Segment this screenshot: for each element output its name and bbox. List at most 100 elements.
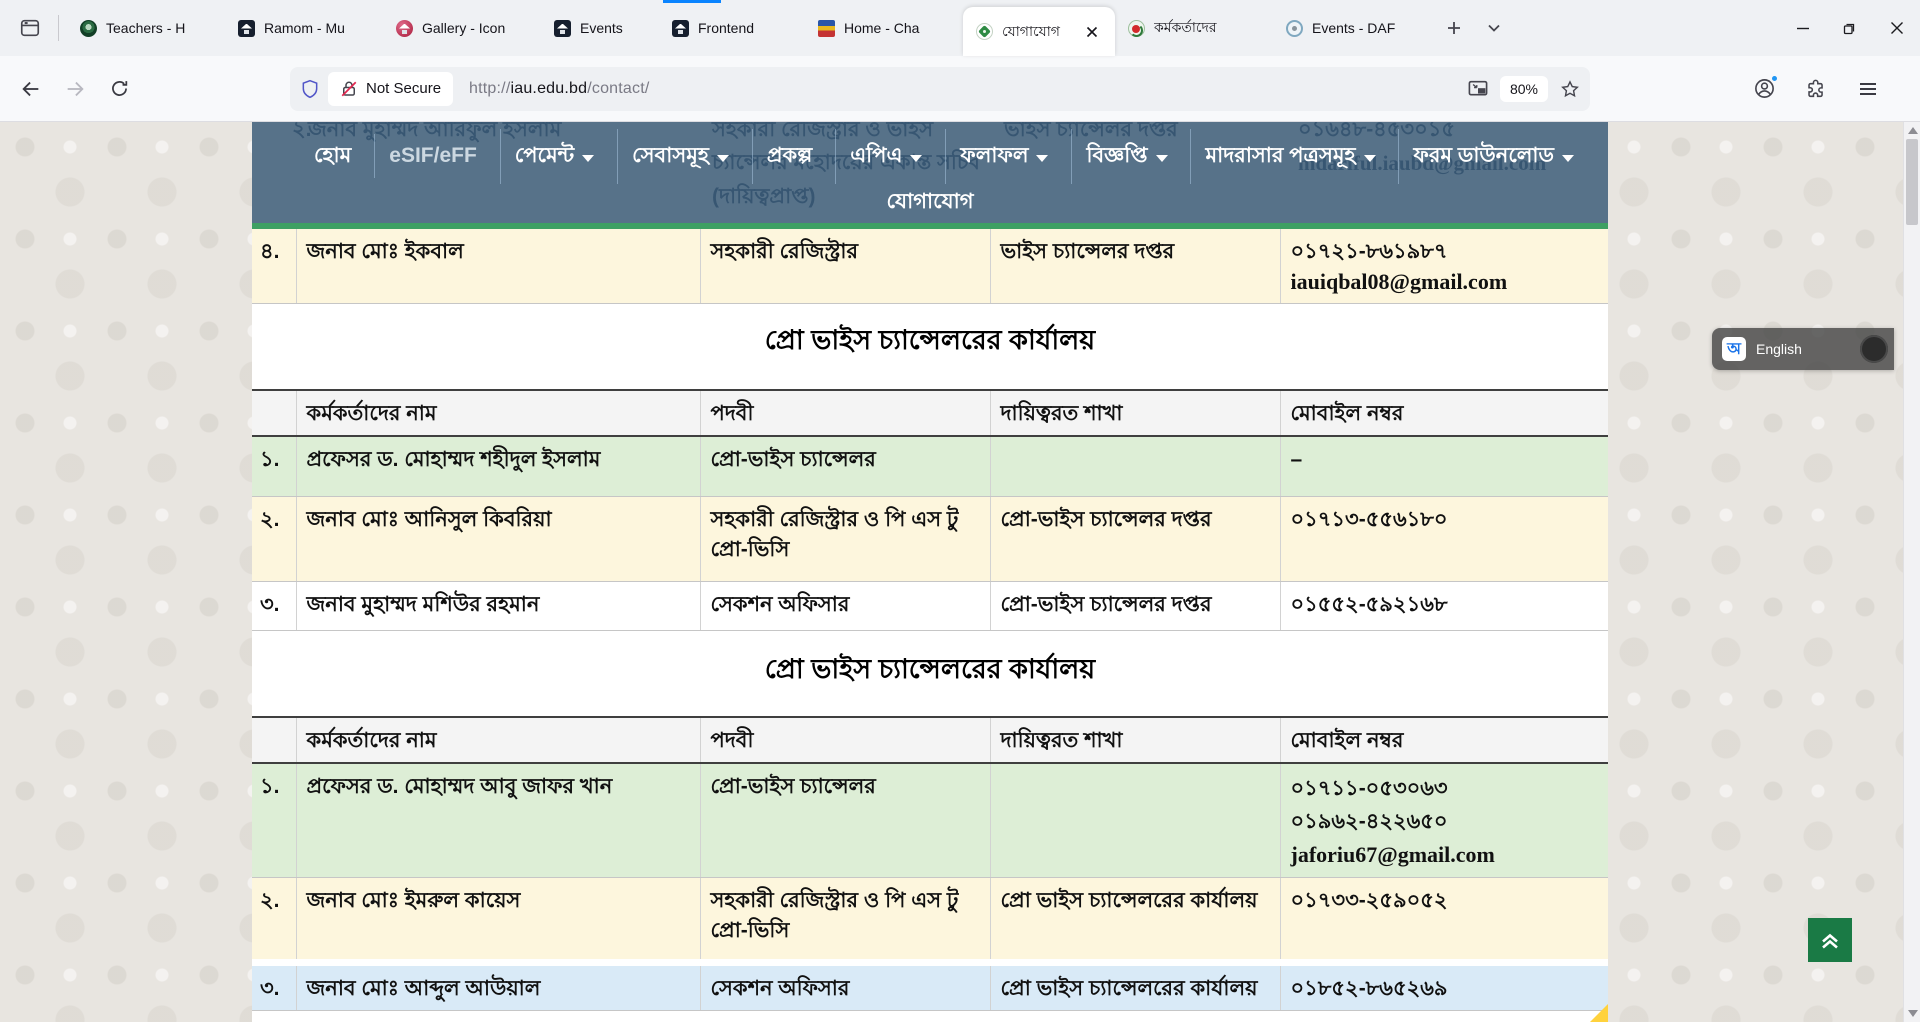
security-label: Not Secure <box>366 80 441 97</box>
nav-item-esif[interactable]: eSIF/eFF <box>374 134 491 178</box>
header-name: কর্মকর্তাদের নাম <box>296 717 700 763</box>
nav-item-contact[interactable]: যোগাযোগ <box>873 175 988 230</box>
restore-button[interactable] <box>1826 0 1873 56</box>
chevron-down-icon <box>717 155 729 162</box>
back-button[interactable] <box>12 70 50 108</box>
zoom-level-indicator[interactable]: 80% <box>1500 76 1548 102</box>
round-badge-favicon <box>1286 20 1303 37</box>
nav-label: সেবাসমূহ <box>632 139 709 174</box>
mobile-number: – <box>1291 445 1597 475</box>
mobile-number: ০১৮৫২-৮৬৫২৬৯ <box>1291 974 1597 1004</box>
header-branch: দায়িত্বরত শাখা <box>990 390 1280 436</box>
url-path: /contact/ <box>587 80 649 97</box>
mobile-cell: ০১৭২১-৮৬১৯৮৭ iauiqbal08@gmail.com <box>1280 229 1608 304</box>
nav-item-madrasah-letters[interactable]: মাদরাসার পত্রসমূহ <box>1190 129 1389 184</box>
site-navigation: হোম eSIF/eFF পেমেন্ট সেবাসমূহ প্রকল্প এপ… <box>252 122 1608 223</box>
header-designation: পদবী <box>700 717 990 763</box>
chevron-down-icon <box>1036 155 1048 162</box>
nav-item-home[interactable]: হোম <box>300 129 365 184</box>
officer-name: জনাব মোঃ আনিসুল কিবরিয়া <box>296 496 700 581</box>
scroll-to-top-button[interactable] <box>1808 918 1852 962</box>
picture-in-picture-icon[interactable] <box>1468 80 1488 98</box>
table-row: ২. জনাব মোঃ আনিসুল কিবরিয়া সহকারী রেজিস… <box>252 496 1608 581</box>
nav-item-services[interactable]: সেবাসমূহ <box>617 129 743 184</box>
new-tab-button[interactable] <box>1437 11 1471 45</box>
hamburger-menu-icon <box>1858 79 1878 99</box>
tab-ramom[interactable]: Ramom - Mu <box>225 0 383 56</box>
officer-name: প্রফেসর ড. মোহাম্মদ শহীদুল ইসলাম <box>296 436 700 496</box>
officer-name: জনাব মোঃ আব্দুল আউয়াল <box>296 962 700 1010</box>
app-menu-button[interactable] <box>1850 71 1886 107</box>
close-icon <box>1890 21 1904 35</box>
nav-item-projects[interactable]: প্রকল্প <box>752 129 826 184</box>
branch <box>990 436 1280 496</box>
tab-officials[interactable]: কর্মকর্তাদের <box>1115 0 1273 56</box>
tab-gallery[interactable]: Gallery - Icon <box>383 0 541 56</box>
nav-label: eSIF/eFF <box>389 144 477 168</box>
tab-strip-separator <box>58 15 59 41</box>
url-scheme: http:// <box>469 80 510 97</box>
nav-label: প্রকল্প <box>767 139 812 174</box>
reload-button[interactable] <box>100 70 138 108</box>
officer-name: জনাব মুহাম্মদ মশিউর রহমান <box>296 581 700 630</box>
vc-office-table-fragment: ৪. জনাব মোঃ ইকবাল সহকারী রেজিস্ট্রার ভাই… <box>252 229 1608 304</box>
url-bar[interactable]: Not Secure http://iau.edu.bd/contact/ 80… <box>290 67 1590 111</box>
header-mobile: মোবাইল নম্বর <box>1280 390 1608 436</box>
tab-close-button[interactable] <box>1082 22 1102 42</box>
translate-widget-handle[interactable] <box>1860 335 1888 363</box>
nav-item-payment[interactable]: পেমেন্ট <box>500 129 608 184</box>
scrollbar-up-arrow[interactable] <box>1908 127 1918 134</box>
college-crest-favicon <box>818 20 835 37</box>
nav-item-notices[interactable]: বিজ্ঞপ্তি <box>1071 129 1181 184</box>
extensions-button[interactable] <box>1798 71 1834 107</box>
tab-teachers[interactable]: Teachers - H <box>67 0 225 56</box>
tab-title: Frontend <box>698 20 792 36</box>
nav-row-2: যোগাযোগ <box>252 182 1608 222</box>
minimize-icon <box>1796 21 1810 35</box>
mobile-number: ০১৭১১-০৫৩০৬৩ <box>1291 772 1597 805</box>
minimize-button[interactable] <box>1779 0 1826 56</box>
tab-title: যোগাযোগ <box>1002 20 1073 44</box>
bookmark-star-icon[interactable] <box>1560 79 1580 99</box>
table-row: ২. জনাব মোঃ ইমরুল কায়েস সহকারী রেজিস্ট্… <box>252 877 1608 962</box>
chevron-down-icon <box>582 155 594 162</box>
firefox-view-button[interactable] <box>10 8 50 48</box>
tab-contact-active[interactable]: যোগাযোগ <box>963 7 1115 56</box>
double-chevron-up-icon <box>1818 928 1842 952</box>
branch: প্রো ভাইস চ্যান্সেলরের কার্যালয় <box>990 877 1280 962</box>
page-scrollbar[interactable] <box>1903 122 1920 1022</box>
tab-events[interactable]: Events <box>541 0 659 56</box>
mobile-number: ০১৭১৩-৫৫৬১৮০ <box>1291 505 1597 535</box>
plus-icon <box>1446 20 1462 36</box>
mobile-cell: ০১৭১১-০৫৩০৬৩ ০১৯৬২-৪২২৬৫০ jaforiu67@gmai… <box>1280 763 1608 878</box>
govt-seal-favicon <box>1128 20 1145 37</box>
nav-label: বিজ্ঞপ্তি <box>1086 139 1147 174</box>
nav-label: ফরম ডাউনলোড <box>1413 139 1553 174</box>
designation: প্রো-ভাইস চ্যান্সেলর <box>700 763 990 878</box>
designation: সহকারী রেজিস্ট্রার ও পি এস টু প্রো-ভিসি <box>700 496 990 581</box>
close-icon <box>1086 26 1098 38</box>
nav-item-form-download[interactable]: ফরম ডাউনলোড <box>1398 129 1587 184</box>
account-button[interactable] <box>1746 71 1782 107</box>
tab-events-daf[interactable]: Events - DAF <box>1273 0 1431 56</box>
branch: ভাইস চ্যান্সেলর দপ্তর <box>990 229 1280 304</box>
mobile-number: ০১৭৩৩-২৫৯০৫২ <box>1291 886 1597 916</box>
chevron-down-icon <box>1156 155 1168 162</box>
tab-home-champ[interactable]: Home - Cha <box>805 0 963 56</box>
tab-title: Events - DAF <box>1312 20 1418 36</box>
scrollbar-thumb[interactable] <box>1906 139 1918 225</box>
nav-label: পেমেন্ট <box>515 139 574 174</box>
scrollbar-down-arrow[interactable] <box>1908 1010 1918 1017</box>
tab-title: Ramom - Mu <box>264 20 370 36</box>
chevron-down-icon <box>910 155 922 162</box>
list-all-tabs-button[interactable] <box>1477 11 1511 45</box>
security-indicator[interactable]: Not Secure <box>328 72 453 106</box>
url-text: http://iau.edu.bd/contact/ <box>469 80 649 98</box>
tab-frontend[interactable]: Frontend <box>659 0 805 56</box>
mobile-cell: ০১৭৩৩-২৫৯০৫২ <box>1280 877 1608 962</box>
row-serial: ৩. <box>252 962 296 1010</box>
close-window-button[interactable] <box>1873 0 1920 56</box>
forward-button[interactable] <box>56 70 94 108</box>
translate-widget[interactable]: অ English <box>1712 328 1894 370</box>
nav-label: ফলাফল <box>960 139 1028 174</box>
